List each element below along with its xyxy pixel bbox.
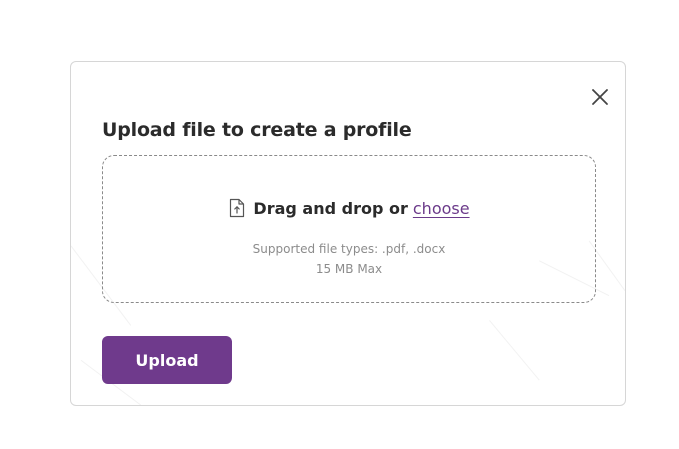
upload-modal: Upload file to create a profile Drag and… [70,61,626,406]
dropzone-prompt-row: Drag and drop or choose [103,198,595,218]
close-icon [592,89,608,105]
dropzone-prompt: Drag and drop or [253,198,408,218]
max-file-size: 15 MB Max [315,262,383,276]
page: Upload file to create a profile Drag and… [0,0,679,449]
upload-button[interactable]: Upload [102,336,232,384]
supported-file-types: Supported file types: .pdf, .docx [252,242,446,256]
modal-title: Upload file to create a profile [102,119,412,141]
file-dropzone[interactable]: Drag and drop or choose Supported file t… [102,155,596,303]
file-upload-icon [230,198,245,218]
choose-file-link[interactable]: choose [413,199,470,218]
close-button[interactable] [589,86,611,108]
